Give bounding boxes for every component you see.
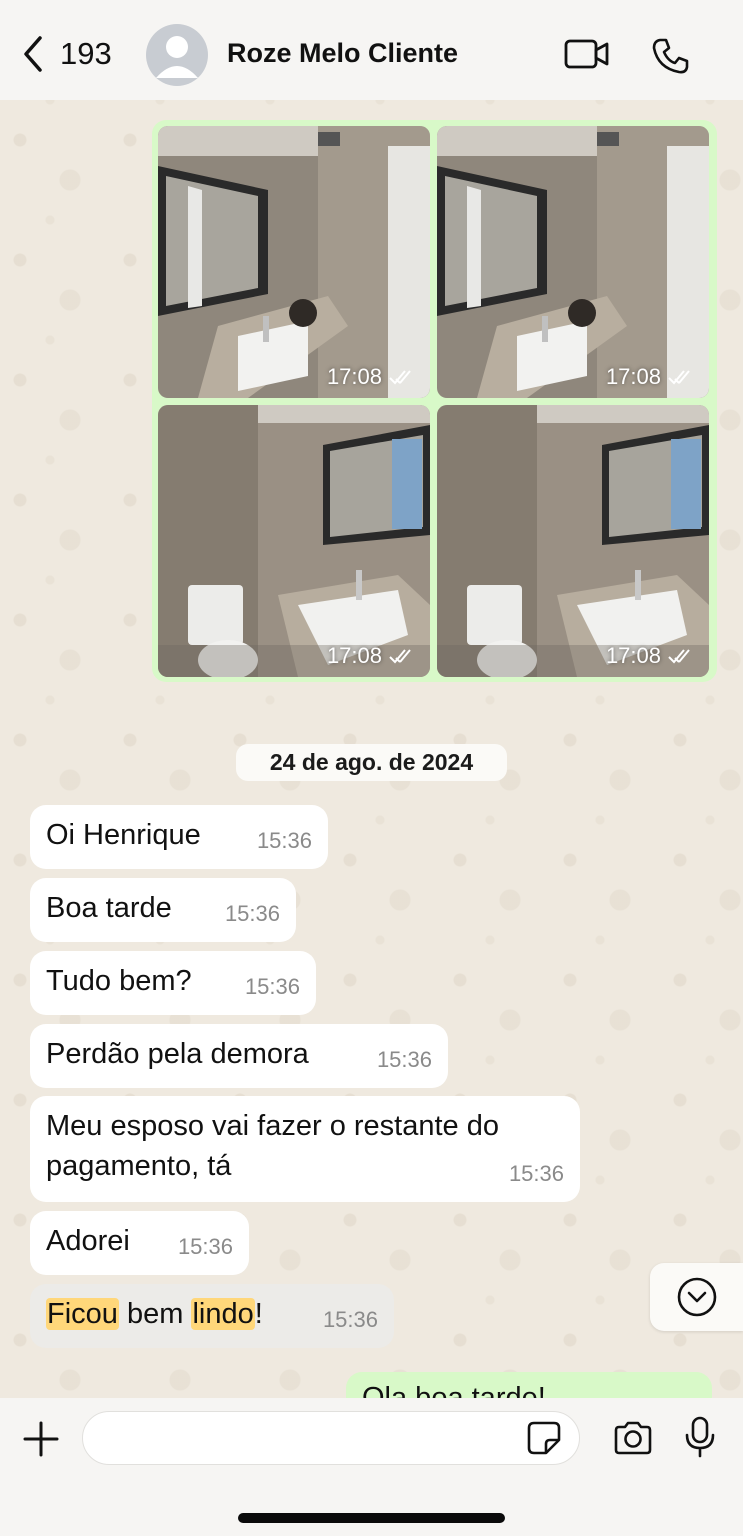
message-text: Meu esposo vai fazer o restante do pagam… — [46, 1110, 499, 1182]
camera-icon[interactable] — [612, 1420, 654, 1456]
contact-name[interactable]: Roze Melo Cliente — [227, 38, 458, 69]
message-bubble[interactable]: Perdão pela demora 15:36 — [30, 1024, 448, 1088]
photo-2[interactable]: 17:08 — [437, 126, 709, 398]
message-time: 15:36 — [508, 1161, 564, 1186]
sticker-icon[interactable] — [526, 1420, 562, 1456]
back-button[interactable]: 193 — [18, 32, 112, 76]
message-bubble[interactable]: Tudo bem? 15:36 — [30, 951, 316, 1015]
photo-4[interactable]: 17:08 — [437, 405, 709, 677]
chat-header: 193 Roze Melo Cliente — [0, 0, 743, 100]
photo-timestamp: 17:08 — [327, 364, 418, 390]
message-text: Adorei — [46, 1225, 130, 1257]
scroll-to-bottom-button[interactable] — [650, 1263, 743, 1331]
checkmarks-icon — [668, 649, 690, 664]
message-text: Oi Henrique — [46, 819, 201, 851]
message-time: 15:36 — [376, 1047, 432, 1072]
image-album-bubble: 17:08 17:08 17:08 17:08 — [152, 120, 717, 682]
message-bubble[interactable]: Boa tarde 15:36 — [30, 878, 296, 942]
scroll-down-icon — [677, 1277, 716, 1317]
message-text: Perdão pela demora — [46, 1038, 309, 1070]
bathroom-toilet-photo — [437, 405, 709, 677]
search-highlight: Ficou — [46, 1298, 119, 1330]
photo-timestamp: 17:08 — [606, 643, 697, 669]
message-time: 15:36 — [177, 1234, 233, 1259]
message-input[interactable] — [82, 1411, 580, 1465]
bathroom-mirror-photo — [158, 126, 430, 398]
back-chevron-icon — [24, 36, 42, 72]
message-time: 15:36 — [244, 974, 300, 999]
avatar[interactable] — [146, 24, 208, 86]
message-time: 15:36 — [256, 828, 312, 853]
photo-timestamp: 17:08 — [606, 364, 697, 390]
message-text: Boa tarde — [46, 892, 172, 924]
photo-timestamp: 17:08 — [327, 643, 418, 669]
message-bubble[interactable]: Adorei 15:36 — [30, 1211, 249, 1275]
bathroom-mirror-photo — [437, 126, 709, 398]
phone-icon[interactable] — [650, 36, 690, 76]
message-bubble-selected[interactable]: Ficou bem lindo! 15:36 — [30, 1284, 394, 1348]
message-bubble[interactable]: Oi Henrique 15:36 — [30, 805, 328, 869]
unread-count: 193 — [60, 36, 112, 71]
checkmarks-icon — [389, 370, 411, 385]
photo-3[interactable]: 17:08 — [158, 405, 430, 677]
photo-1[interactable]: 17:08 — [158, 126, 430, 398]
plus-icon[interactable] — [22, 1420, 60, 1458]
video-call-icon[interactable] — [564, 36, 610, 72]
date-separator: 24 de ago. de 2024 — [236, 744, 507, 781]
message-text: Tudo bem? — [46, 965, 192, 997]
checkmarks-icon — [389, 649, 411, 664]
search-highlight: lindo — [191, 1298, 255, 1330]
bathroom-toilet-photo — [158, 405, 430, 677]
checkmarks-icon — [668, 370, 690, 385]
avatar-icon — [156, 36, 198, 78]
message-time: 15:36 — [224, 901, 280, 926]
message-time: 15:36 — [322, 1307, 378, 1332]
message-text: Ficou bem lindo! — [46, 1298, 263, 1330]
microphone-icon[interactable] — [684, 1416, 716, 1458]
message-bubble[interactable]: Meu esposo vai fazer o restante do pagam… — [30, 1096, 580, 1202]
home-indicator — [238, 1513, 505, 1523]
